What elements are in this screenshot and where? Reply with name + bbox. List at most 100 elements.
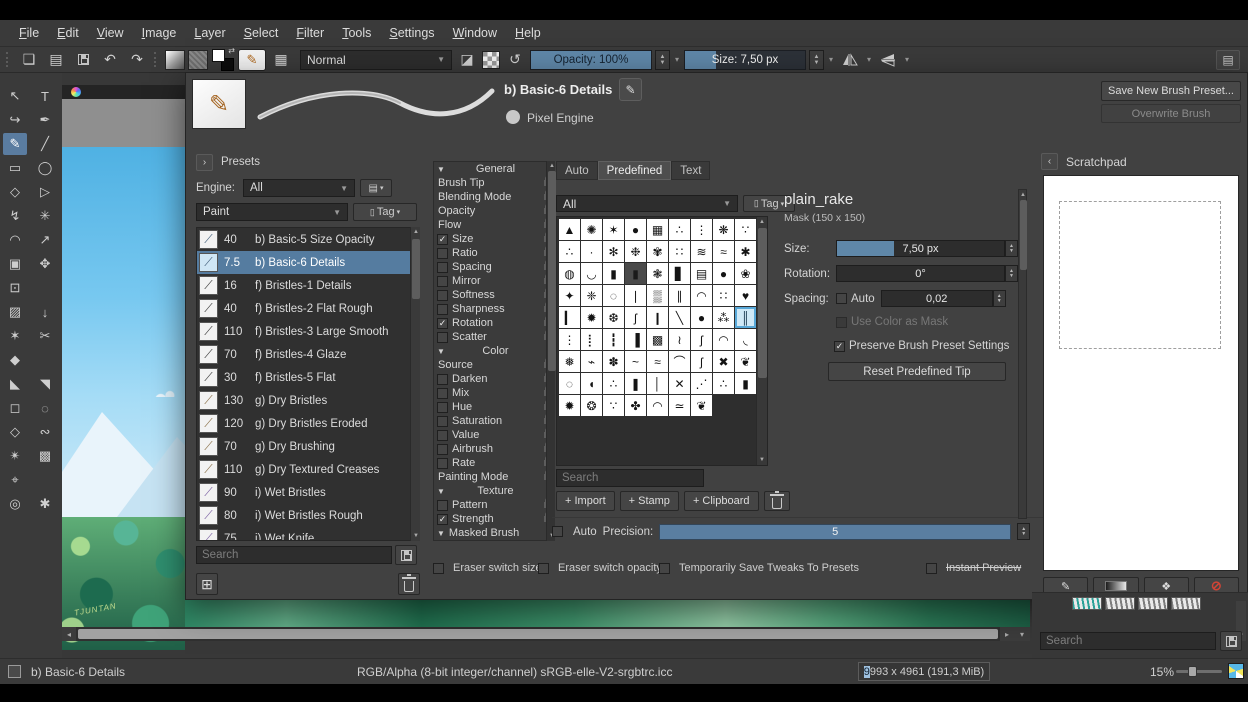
- precision-spinner[interactable]: ▲▼: [1017, 523, 1030, 540]
- option-row-brush-tip[interactable]: Brush Tip: [434, 176, 554, 190]
- option-section-masked-brush[interactable]: ▼Masked Brush: [434, 526, 554, 540]
- tool-polygon[interactable]: ◇: [3, 181, 27, 203]
- tip-spacing-slider[interactable]: 0,02: [881, 290, 993, 307]
- tip-rotation-slider[interactable]: 0°: [836, 265, 1005, 282]
- brush-tip-tile[interactable]: ⡇: [581, 329, 602, 350]
- option-row-rotation[interactable]: ✓Rotation: [434, 316, 554, 330]
- brush-tip-tile[interactable]: ✻: [603, 241, 624, 262]
- tool-measure[interactable]: ✂: [33, 325, 57, 347]
- canvas-only-mode-icon[interactable]: [1228, 663, 1244, 679]
- canvas-hscrollbar[interactable]: ◂ ▸: [62, 627, 1014, 641]
- brush-tip-tile[interactable]: │: [647, 373, 668, 394]
- option-checkbox[interactable]: [437, 276, 448, 287]
- preset-row[interactable]: ⟋75i) Wet Knife: [197, 527, 419, 541]
- tip-size-slider[interactable]: 7,50 px: [836, 240, 1005, 257]
- brush-tip-tile[interactable]: ❉: [625, 241, 646, 262]
- brush-tip-tile[interactable]: ✹: [559, 395, 580, 416]
- tool-text[interactable]: T: [33, 85, 57, 107]
- tag-filter-select[interactable]: Paint▼: [196, 203, 348, 221]
- preset-row[interactable]: ⟋40b) Basic-5 Size Opacity: [197, 228, 419, 251]
- brush-tip-tile[interactable]: ❆: [603, 307, 624, 328]
- brush-tip-tile[interactable]: ✺: [581, 219, 602, 240]
- collapse-scratchpad-button[interactable]: ‹: [1041, 153, 1058, 170]
- menu-item-edit[interactable]: Edit: [48, 26, 88, 40]
- pattern-swatch[interactable]: [188, 50, 208, 70]
- brush-tip-tile[interactable]: ∴: [603, 373, 624, 394]
- swap-colors-icon[interactable]: ⇄: [228, 46, 235, 55]
- blending-mode-select[interactable]: Normal ▼: [300, 50, 452, 70]
- brush-tip-tile[interactable]: ✶: [603, 219, 624, 240]
- option-checkbox[interactable]: ✓: [437, 514, 448, 525]
- option-row-darken[interactable]: Darken: [434, 372, 554, 386]
- brush-tip-grid[interactable]: ▲✺✶●▦∴⋮❋∵∴·✻❉✾∷≋≈✱◍◡▮▮❃▋▤●❀✦❈◌❘▒∥◠∷♥▎✹❆ʃ…: [556, 216, 768, 466]
- option-row-pattern[interactable]: Pattern: [434, 498, 554, 512]
- tool-polyline[interactable]: ▷: [33, 181, 57, 203]
- tool-line[interactable]: ╱: [33, 133, 57, 155]
- menu-item-filter[interactable]: Filter: [287, 26, 333, 40]
- vscroll-down-icon[interactable]: ▾: [1014, 627, 1030, 641]
- tool-smart-patch[interactable]: ↗: [33, 229, 57, 251]
- menu-item-select[interactable]: Select: [235, 26, 288, 40]
- brush-tip-tile[interactable]: ❂: [581, 395, 602, 416]
- size-spinner[interactable]: ▲▼: [809, 50, 824, 70]
- reset-predefined-tip-button[interactable]: Reset Predefined Tip: [828, 362, 1006, 381]
- option-row-sharpness[interactable]: Sharpness: [434, 302, 554, 316]
- preset-list[interactable]: ⟋40b) Basic-5 Size Opacity⟋7.5b) Basic-6…: [196, 227, 420, 541]
- tool-dynamic-brush[interactable]: ↯: [3, 205, 27, 227]
- hscroll-handle[interactable]: [78, 629, 998, 639]
- brush-tip-tile[interactable]: ʃ: [691, 329, 712, 350]
- brush-tip-tile[interactable]: ∷: [713, 285, 734, 306]
- tip-rotation-spinner[interactable]: ▲▼: [1005, 265, 1018, 282]
- brush-tip-tile[interactable]: ❋: [713, 219, 734, 240]
- brush-tip-tile[interactable]: ❅: [559, 351, 580, 372]
- spacing-auto-checkbox[interactable]: [836, 293, 847, 304]
- brush-tip-tile[interactable]: ✽: [603, 351, 624, 372]
- brush-tip-tile[interactable]: ▦: [647, 219, 668, 240]
- option-row-painting-mode[interactable]: Painting Mode: [434, 470, 554, 484]
- preset-row[interactable]: ⟋80i) Wet Bristles Rough: [197, 504, 419, 527]
- preset-row[interactable]: ⟋40f) Bristles-2 Flat Rough: [197, 297, 419, 320]
- tool-rect-select[interactable]: ◻: [3, 397, 27, 419]
- option-checkbox[interactable]: ✓: [437, 318, 448, 329]
- tip-search-input[interactable]: [556, 469, 704, 487]
- collapse-presets-button[interactable]: ›: [196, 154, 213, 171]
- precision-auto-checkbox[interactable]: [552, 526, 563, 537]
- brush-tip-tile[interactable]: ∵: [735, 219, 756, 240]
- delete-tip-button[interactable]: [764, 491, 790, 511]
- docker-search-input[interactable]: [1040, 632, 1216, 650]
- workspace-chooser-icon[interactable]: ▦: [269, 49, 293, 71]
- preset-thumb[interactable]: [1105, 597, 1135, 610]
- mirror-vertical-icon[interactable]: [876, 49, 900, 71]
- tab-auto[interactable]: Auto: [556, 161, 598, 180]
- tool-similar-select[interactable]: ▩: [33, 445, 57, 467]
- brush-tip-tile[interactable]: ▎: [559, 307, 580, 328]
- brush-tip-tile[interactable]: ●: [691, 307, 712, 328]
- option-checkbox[interactable]: ✓: [437, 234, 448, 245]
- size-slider[interactable]: Size: 7,50 px: [684, 50, 806, 70]
- canvas-viewport[interactable]: TJUNTAN: [62, 85, 185, 650]
- instant-preview-checkbox[interactable]: [926, 563, 937, 574]
- option-checkbox[interactable]: [437, 290, 448, 301]
- tool-calligraphy[interactable]: ✒: [33, 109, 57, 131]
- eraser-mode-icon[interactable]: ◪: [455, 49, 479, 71]
- menu-item-view[interactable]: View: [88, 26, 133, 40]
- save-new-preset-button[interactable]: Save New Brush Preset...: [1101, 81, 1241, 101]
- brush-tip-tile[interactable]: ◠: [691, 285, 712, 306]
- menu-item-settings[interactable]: Settings: [380, 26, 443, 40]
- footer-checkbox[interactable]: [538, 563, 549, 574]
- preset-search-input[interactable]: [196, 546, 392, 564]
- hide-canvas-decorations-icon[interactable]: ▤: [1216, 50, 1240, 70]
- docker-save-tag-button[interactable]: [1220, 631, 1242, 651]
- option-row-airbrush[interactable]: Airbrush: [434, 442, 554, 456]
- menu-item-image[interactable]: Image: [133, 26, 186, 40]
- brush-options-list[interactable]: ▼GeneralBrush TipBlending ModeOpacityFlo…: [433, 161, 555, 541]
- tool-transform[interactable]: ▣: [3, 253, 27, 275]
- brush-tip-tile[interactable]: ⋰: [691, 373, 712, 394]
- brush-tip-tile[interactable]: ▒: [647, 285, 668, 306]
- delete-preset-button[interactable]: [398, 573, 420, 595]
- tool-enclose-fill[interactable]: ◣: [3, 373, 27, 395]
- tool-pan[interactable]: ✱: [33, 493, 57, 515]
- brush-tip-tile[interactable]: ❘: [625, 285, 646, 306]
- add-preset-button[interactable]: ⊞: [196, 573, 218, 595]
- preset-list-scrollbar[interactable]: ▲ ▼: [410, 227, 420, 541]
